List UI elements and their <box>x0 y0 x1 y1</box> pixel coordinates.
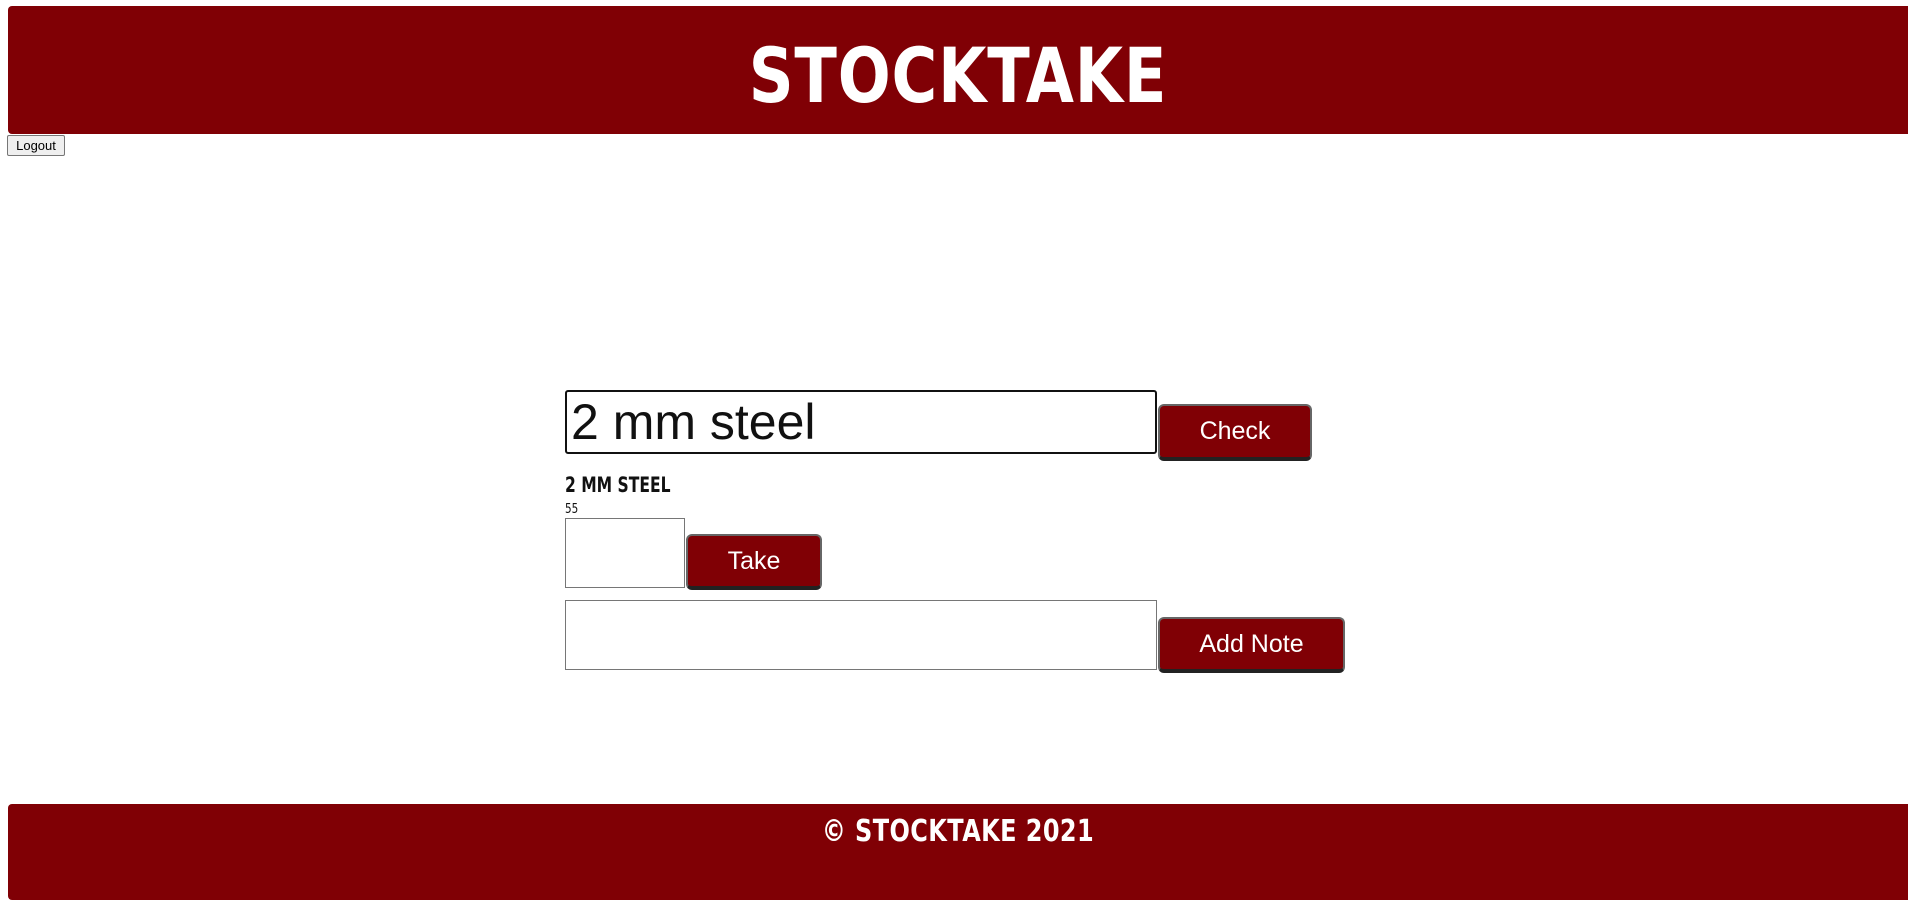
take-quantity-input[interactable] <box>565 518 685 588</box>
note-input[interactable] <box>565 600 1157 670</box>
add-note-button[interactable]: Add Note <box>1158 617 1345 673</box>
app-title: STOCKTAKE <box>748 31 1168 120</box>
footer-banner: © STOCKTAKE 2021 <box>8 804 1908 900</box>
header-banner: STOCKTAKE <box>8 6 1908 134</box>
item-name: 2 MM STEEL <box>565 473 671 497</box>
logout-button[interactable]: Logout <box>7 135 65 156</box>
item-search-input[interactable] <box>565 390 1157 454</box>
footer-copyright: © STOCKTAKE 2021 <box>821 814 1095 849</box>
item-quantity: 55 <box>565 502 579 517</box>
take-button[interactable]: Take <box>686 534 822 590</box>
check-button[interactable]: Check <box>1158 404 1312 461</box>
